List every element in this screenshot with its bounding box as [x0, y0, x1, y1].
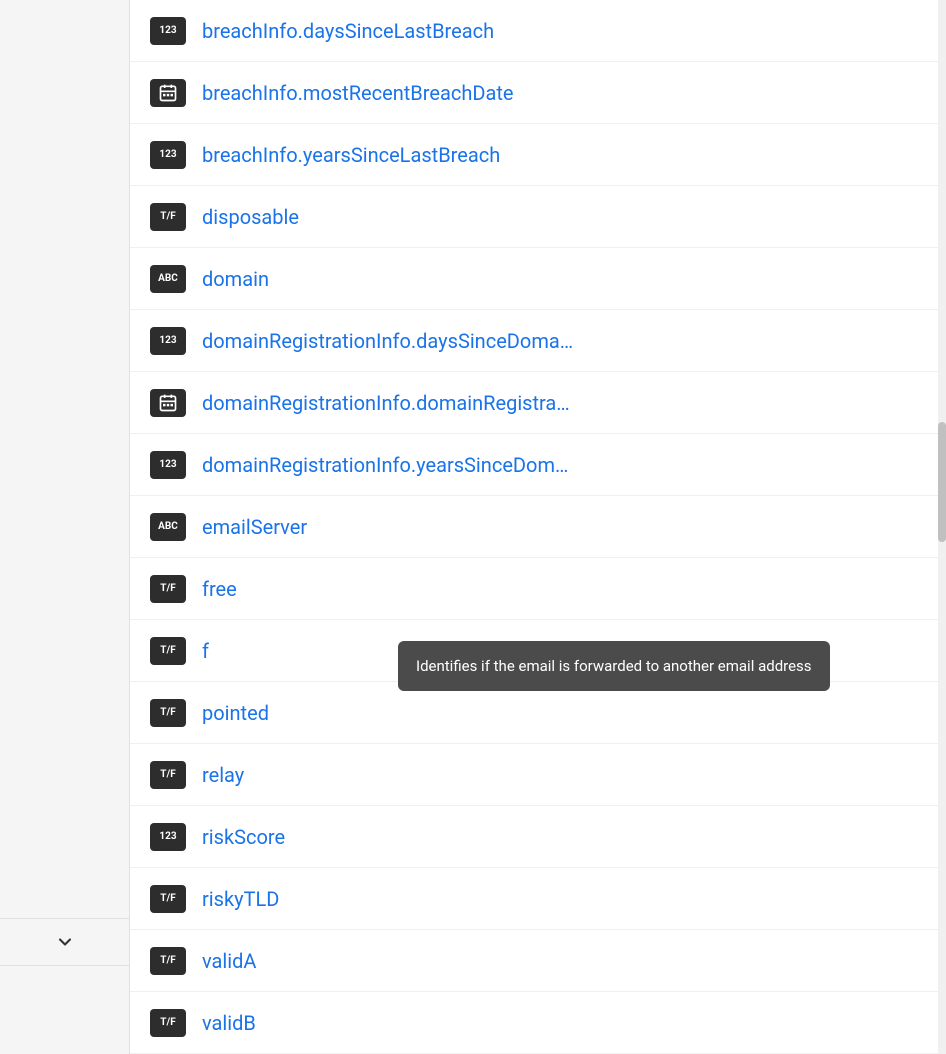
field-label-relay: relay: [202, 763, 244, 787]
chevron-down-button[interactable]: [50, 927, 80, 957]
list-item[interactable]: T/F free: [130, 558, 946, 620]
list-item[interactable]: T/F pointed: [130, 682, 946, 744]
badge-bool: T/F: [150, 575, 186, 603]
sidebar: [0, 0, 130, 1054]
badge-number: 123: [150, 327, 186, 355]
badge-bool: T/F: [150, 699, 186, 727]
list-item-forwarded[interactable]: T/F f Identifies if the email is forward…: [130, 620, 946, 682]
field-list: 123 breachInfo.daysSinceLastBreach breac…: [130, 0, 946, 1054]
sidebar-separator-top: [0, 918, 129, 919]
list-item[interactable]: T/F validB: [130, 992, 946, 1054]
list-item[interactable]: 123 breachInfo.yearsSinceLastBreach: [130, 124, 946, 186]
field-label: domainRegistrationInfo.yearsSinceDom…: [202, 453, 568, 477]
list-item[interactable]: ABC emailServer: [130, 496, 946, 558]
field-label: breachInfo.mostRecentBreachDate: [202, 81, 513, 105]
field-label: f: [202, 639, 209, 663]
badge-bool: T/F: [150, 1009, 186, 1037]
sidebar-bottom: [0, 910, 129, 974]
field-label: domainRegistrationInfo.domainRegistra…: [202, 391, 570, 415]
scrollbar-thumb[interactable]: [938, 422, 946, 542]
badge-number: 123: [150, 17, 186, 45]
field-label: validA: [202, 949, 256, 973]
field-label: validB: [202, 1011, 256, 1035]
field-label: breachInfo.yearsSinceLastBreach: [202, 143, 500, 167]
list-item[interactable]: 123 domainRegistrationInfo.yearsSinceDom…: [130, 434, 946, 496]
field-label: domainRegistrationInfo.daysSinceDoma…: [202, 329, 573, 353]
field-label: riskScore: [202, 825, 285, 849]
field-label: emailServer: [202, 515, 307, 539]
badge-number: 123: [150, 823, 186, 851]
app-container: 123 breachInfo.daysSinceLastBreach breac…: [0, 0, 946, 1054]
list-item[interactable]: domainRegistrationInfo.domainRegistra…: [130, 372, 946, 434]
field-label: domain: [202, 267, 269, 291]
badge-calendar: [150, 79, 186, 107]
list-item[interactable]: T/F validA: [130, 930, 946, 992]
badge-bool: T/F: [150, 203, 186, 231]
field-label: disposable: [202, 205, 299, 229]
sidebar-separator-bottom: [0, 965, 129, 966]
list-item[interactable]: 123 riskScore: [130, 806, 946, 868]
scrollbar-track: [938, 0, 946, 1054]
field-label: free: [202, 577, 237, 601]
field-label: breachInfo.daysSinceLastBreach: [202, 19, 494, 43]
badge-string: ABC: [150, 513, 186, 541]
field-label: pointed: [202, 701, 269, 725]
field-label: riskyTLD: [202, 887, 279, 911]
badge-number: 123: [150, 451, 186, 479]
tooltip-text: Identifies if the email is forwarded to …: [416, 657, 812, 675]
badge-bool: T/F: [150, 947, 186, 975]
badge-number: 123: [150, 141, 186, 169]
list-item[interactable]: 123 breachInfo.daysSinceLastBreach: [130, 0, 946, 62]
list-item[interactable]: 123 domainRegistrationInfo.daysSinceDoma…: [130, 310, 946, 372]
badge-bool: T/F: [150, 761, 186, 789]
badge-calendar: [150, 389, 186, 417]
list-item[interactable]: breachInfo.mostRecentBreachDate: [130, 62, 946, 124]
badge-bool: T/F: [150, 637, 186, 665]
badge-string: ABC: [150, 265, 186, 293]
list-item-relay[interactable]: T/F relay: [130, 744, 946, 806]
badge-bool: T/F: [150, 885, 186, 913]
list-item[interactable]: ABC domain: [130, 248, 946, 310]
list-item[interactable]: T/F disposable: [130, 186, 946, 248]
list-item[interactable]: T/F riskyTLD: [130, 868, 946, 930]
